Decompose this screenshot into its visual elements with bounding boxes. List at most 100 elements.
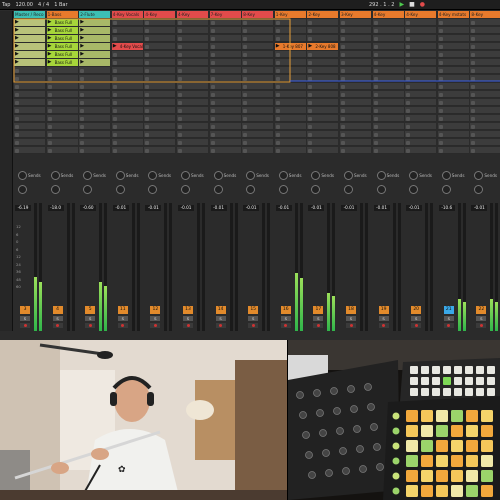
send-b-knob[interactable] (441, 185, 451, 194)
slot-stop-button[interactable] (210, 44, 215, 49)
clip-slot[interactable] (437, 27, 469, 34)
volume-readout[interactable]: -0.01 (373, 205, 390, 211)
slot-stop-button[interactable] (406, 100, 411, 105)
slot-stop-button[interactable] (308, 108, 313, 113)
slot-stop-button[interactable] (275, 52, 280, 57)
clip-play-icon[interactable]: ▶ (48, 20, 52, 25)
clip-slot[interactable] (307, 83, 339, 90)
clip-slot[interactable] (144, 19, 176, 26)
slot-stop-button[interactable] (341, 84, 345, 89)
clip-slot[interactable] (14, 115, 45, 122)
slot-stop-button[interactable] (308, 84, 313, 89)
solo-button[interactable]: S (476, 316, 487, 321)
clip-slot[interactable] (177, 67, 208, 74)
clip-slot[interactable] (46, 107, 78, 114)
track-header[interactable]: 8-Key (242, 11, 274, 18)
clip-slot[interactable] (177, 123, 208, 130)
slot-stop-button[interactable] (210, 84, 215, 89)
track-activator-button[interactable]: 3 (20, 306, 30, 314)
clip-slot[interactable] (177, 91, 208, 98)
clip-slot[interactable] (46, 91, 78, 98)
clip-slot[interactable] (437, 51, 469, 58)
arm-button[interactable] (215, 323, 226, 328)
slot-stop-button[interactable] (438, 116, 443, 121)
clip[interactable]: ▶ (14, 27, 45, 34)
clip-slot[interactable] (144, 43, 176, 50)
slot-stop-button[interactable] (438, 60, 443, 65)
slot-stop-button[interactable] (406, 76, 411, 81)
slot-stop-button[interactable] (243, 84, 248, 89)
slot-stop-button[interactable] (15, 92, 19, 97)
clip-slot[interactable] (307, 59, 339, 66)
clip[interactable]: ▶ 2-Key 808 (307, 43, 339, 50)
clip-slot[interactable] (470, 131, 500, 138)
solo-button[interactable]: S (20, 316, 30, 321)
slot-stop-button[interactable] (243, 68, 248, 73)
slot-stop-button[interactable] (373, 28, 378, 33)
slot-stop-button[interactable] (341, 140, 345, 145)
slot-stop-button[interactable] (80, 132, 85, 137)
clip-slot[interactable] (144, 59, 176, 66)
slot-stop-button[interactable] (438, 84, 443, 89)
clip-slot[interactable] (274, 19, 306, 26)
clip-slot[interactable] (405, 27, 437, 34)
clip-slot[interactable] (437, 99, 469, 106)
clip-slot[interactable] (177, 107, 208, 114)
clip-slot[interactable] (470, 43, 500, 50)
slot-stop-button[interactable] (341, 44, 345, 49)
clip-slot[interactable] (405, 107, 437, 114)
slot-stop-button[interactable] (178, 140, 182, 145)
clip-slot[interactable] (372, 139, 404, 146)
slot-stop-button[interactable] (15, 76, 19, 81)
clip-play-icon[interactable]: ▶ (80, 28, 84, 33)
clip-slot[interactable] (405, 115, 437, 122)
play-icon[interactable]: ▶ (399, 1, 404, 9)
clip-play-icon[interactable]: ▶ (80, 36, 84, 41)
tempo-field[interactable]: 120.00 (15, 2, 33, 8)
clip-slot[interactable] (372, 75, 404, 82)
slot-stop-button[interactable] (178, 28, 182, 33)
slot-stop-button[interactable] (341, 124, 345, 129)
send-b-knob[interactable] (213, 185, 223, 194)
clip-slot[interactable] (307, 123, 339, 130)
clip-slot[interactable] (405, 75, 437, 82)
clip-slot[interactable] (470, 115, 500, 122)
clip-slot[interactable] (274, 115, 306, 122)
solo-button[interactable]: S (150, 316, 161, 321)
slot-stop-button[interactable] (471, 92, 476, 97)
clip-slot[interactable] (340, 131, 371, 138)
clip-slot[interactable] (242, 115, 274, 122)
clip-slot[interactable] (437, 59, 469, 66)
clip-slot[interactable] (470, 107, 500, 114)
clip-slot[interactable] (274, 35, 306, 42)
send-b-knob[interactable] (18, 185, 27, 194)
slot-stop-button[interactable] (80, 148, 85, 153)
slot-stop-button[interactable] (210, 68, 215, 73)
clip-slot[interactable] (177, 35, 208, 42)
clip-slot[interactable] (274, 107, 306, 114)
slot-stop-button[interactable] (243, 108, 248, 113)
clip[interactable]: ▶ (79, 43, 111, 50)
track-header[interactable]: 4-Key (177, 11, 208, 18)
clip-slot[interactable] (111, 35, 143, 42)
clip-slot[interactable] (307, 19, 339, 26)
send-b-knob[interactable] (278, 185, 288, 194)
slot-stop-button[interactable] (210, 108, 215, 113)
slot-stop-button[interactable] (47, 132, 52, 137)
clip-slot[interactable] (79, 139, 111, 146)
slot-stop-button[interactable] (373, 124, 378, 129)
track-header[interactable]: 4-Key (405, 11, 437, 18)
tap-tempo-button[interactable]: Tap (2, 2, 10, 8)
slot-stop-button[interactable] (178, 124, 182, 129)
slot-stop-button[interactable] (243, 148, 248, 153)
slot-stop-button[interactable] (373, 116, 378, 121)
slot-stop-button[interactable] (15, 116, 19, 121)
slot-stop-button[interactable] (275, 84, 280, 89)
arm-button[interactable] (378, 323, 389, 328)
slot-stop-button[interactable] (471, 140, 476, 145)
clip-play-icon[interactable]: ▶ (15, 20, 19, 25)
clip-slot[interactable] (437, 123, 469, 130)
arm-button[interactable] (52, 323, 63, 328)
clip-slot[interactable] (144, 107, 176, 114)
clip-slot[interactable] (372, 91, 404, 98)
